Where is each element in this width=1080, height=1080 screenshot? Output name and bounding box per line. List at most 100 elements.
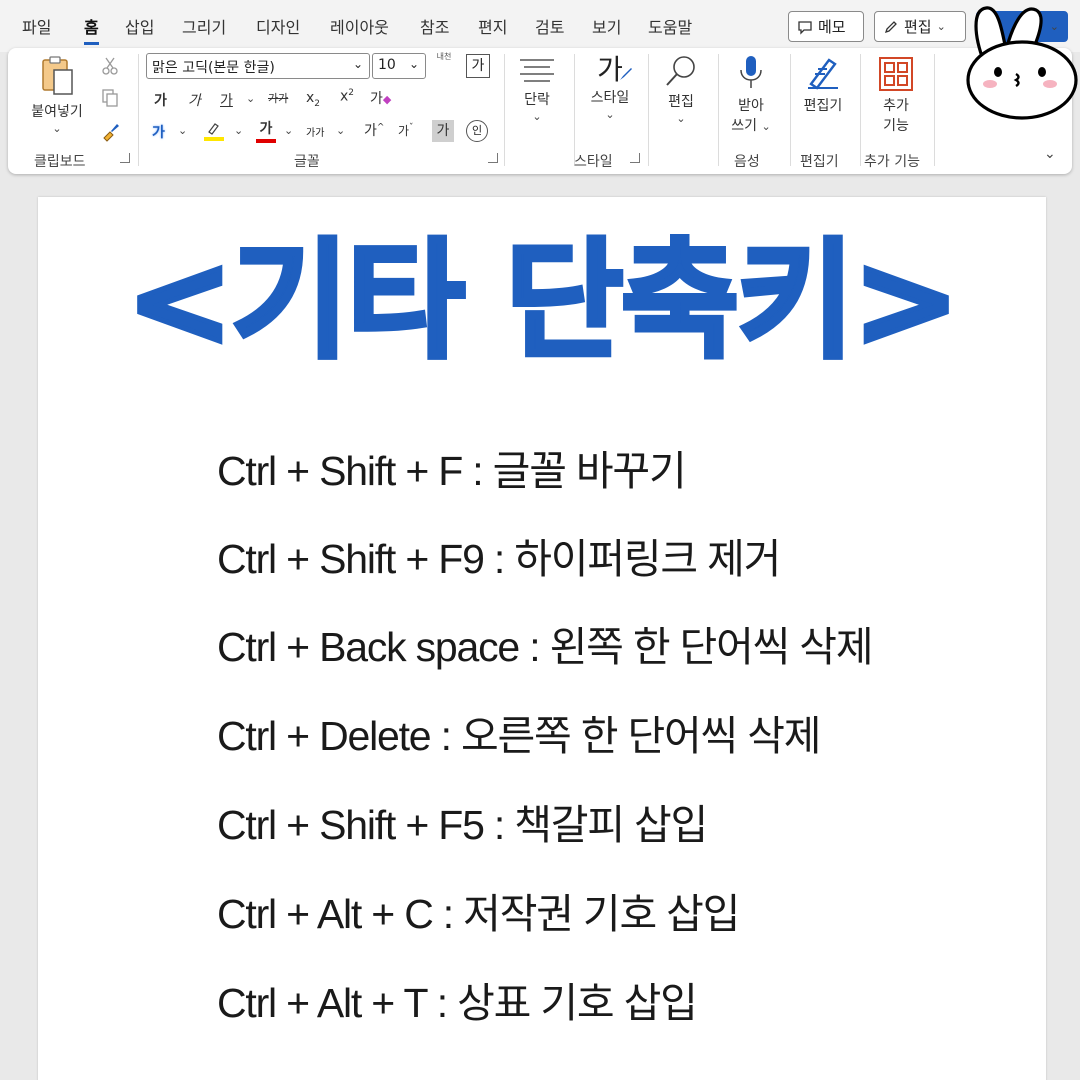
clipboard-launcher-icon[interactable] [120,153,130,163]
editor-label: 편집기 [803,98,843,114]
underline-button[interactable]: 가 [220,90,233,110]
highlight-button[interactable] [202,120,226,146]
menu-bar: 파일 홈 삽입 그리기 디자인 레이아웃 참조 편지 검토 보기 도움말 메모 … [0,0,1080,52]
search-icon [666,56,695,86]
editing-button[interactable]: 편집 ⌄ [656,54,706,125]
enclose-glyph: 인 [471,124,483,137]
divider [648,54,649,166]
paste-button[interactable]: 붙여넣기 ⌄ [24,54,90,135]
paste-label: 붙여넣기 [31,104,83,120]
tab-references[interactable]: 참조 [420,14,449,38]
clear-format-glyph: 가 [370,91,383,107]
grow-font-button[interactable]: 가^ [364,120,384,140]
chevron-down-icon[interactable]: ⌄ [284,124,293,137]
divider [790,54,791,166]
styles-launcher-icon[interactable] [630,153,640,163]
format-painter-button[interactable] [100,120,122,146]
font-launcher-icon[interactable] [488,153,498,163]
clipboard-group-label: 클립보드 [34,154,86,170]
dictate-label-top: 받아 [738,98,764,114]
align-lines-icon [520,59,554,82]
editor-group-label: 편집기 [800,154,839,170]
superscript-button[interactable]: x2 [340,88,354,105]
dictate-label-bottom: 쓰기 ⌄ [726,116,776,137]
chevron-down-icon[interactable]: ⌄ [336,124,345,137]
chevron-down-icon: ⌄ [408,57,419,71]
tab-layout[interactable]: 레이아웃 [330,14,389,38]
tab-design[interactable]: 디자인 [256,14,300,38]
subscript-button[interactable]: x2 [306,90,320,109]
styles-button[interactable]: 가 스타일 ⌄ [582,52,638,121]
clipboard-paste-icon [42,56,73,95]
divider [574,54,575,166]
tab-insert[interactable]: 삽입 [125,14,154,38]
strikethrough-button[interactable]: 가가 [268,90,288,106]
tab-mailings[interactable]: 편지 [478,14,507,38]
memo-button[interactable]: 메모 [788,11,864,42]
text-effects-glyph: 가 [152,125,165,141]
chevron-down-icon: ⌄ [532,110,542,123]
chevron-down-icon: ⌄ [676,112,686,125]
eraser-icon: ◆ [382,93,392,106]
shrink-font-button[interactable]: 가ˇ [398,122,414,139]
scissors-icon [102,57,118,75]
chevron-down-icon[interactable]: ⌄ [178,124,187,137]
char-border-button[interactable]: 가 [466,54,490,78]
font-size-select[interactable]: 10 ⌄ [372,53,426,79]
highlighter-icon [204,123,224,141]
enclose-char-button[interactable]: 인 [466,120,488,142]
char-scale-glyph: 가가 [306,128,325,139]
italic-glyph: 가 [188,93,201,109]
ruby-text-button[interactable]: 내천 [434,52,454,61]
voice-group-label: 음성 [734,154,760,170]
paragraph-button[interactable]: 단락 ⌄ [514,56,560,123]
comment-icon [798,20,812,35]
document-page[interactable]: <기타 단축키> Ctrl + Shift + F : 글꼴 바꾸기 Ctrl … [38,197,1046,1080]
font-color-button[interactable]: 가 [256,118,276,143]
memo-label: 메모 [818,18,846,36]
tab-file[interactable]: 파일 [22,14,51,38]
divider [718,54,719,166]
font-size-value: 10 [378,57,396,73]
addins-button[interactable]: 추가 기능 [868,56,924,136]
italic-button[interactable]: 가 [188,90,201,110]
copy-button[interactable] [100,88,120,112]
tab-home[interactable]: 홈 [84,14,99,45]
tab-help[interactable]: 도움말 [648,14,692,38]
shortcut-line: Ctrl + Back space : 왼쪽 한 단어씩 삭제 [217,624,874,670]
tab-draw[interactable]: 그리기 [182,14,226,38]
underline-options-chevron-icon[interactable]: ⌄ [246,92,255,105]
shortcut-line: Ctrl + Alt + C : 저작권 기호 삽입 [217,891,740,937]
tab-review[interactable]: 검토 [535,14,564,38]
divider [860,54,861,166]
paragraph-label: 단락 [524,92,550,108]
addins-label-bottom: 기능 [883,118,909,134]
clear-format-button[interactable]: 가◆ [370,88,391,108]
cut-button[interactable] [100,56,120,80]
shortcut-line: Ctrl + Shift + F5 : 책갈피 삽입 [217,802,708,848]
char-scale-button[interactable]: 가가 [306,124,324,139]
addins-label-top: 추가 [883,98,909,114]
text-effects-button[interactable]: 가 [152,122,165,142]
dictate-label-bottom-text: 쓰기 [731,118,758,134]
font-group-label: 글꼴 [294,154,320,170]
collapse-ribbon-chevron-icon[interactable]: ⌄ [1044,146,1056,162]
tab-view[interactable]: 보기 [592,14,621,38]
ribbon: 붙여넣기 ⌄ 클립보드 맑은 고딕(본문 한글) ⌄ 10 ⌄ 내천 가 가 가… [8,48,1072,174]
editing-mode-button[interactable]: 편집 ⌄ [874,11,966,42]
editor-button[interactable]: 편집기 [796,54,850,116]
chevron-down-icon[interactable]: ⌄ [234,124,243,137]
font-name-select[interactable]: 맑은 고딕(본문 한글) ⌄ [146,53,370,79]
editing-label: 편집 [668,94,694,110]
divider [504,54,505,166]
grow-font-glyph: 가 [364,123,377,139]
editor-pen-icon [808,58,838,90]
chevron-down-icon: ⌄ [352,57,363,71]
font-name-value: 맑은 고딕(본문 한글) [152,60,275,76]
shrink-font-glyph: 가 [398,124,410,138]
char-shading-button[interactable]: 가 [432,120,454,142]
char-shading-glyph: 가 [436,123,450,139]
divider [138,54,139,166]
bold-button[interactable]: 가 [154,90,167,110]
dictate-button[interactable]: 받아 쓰기 ⌄ [726,54,776,137]
